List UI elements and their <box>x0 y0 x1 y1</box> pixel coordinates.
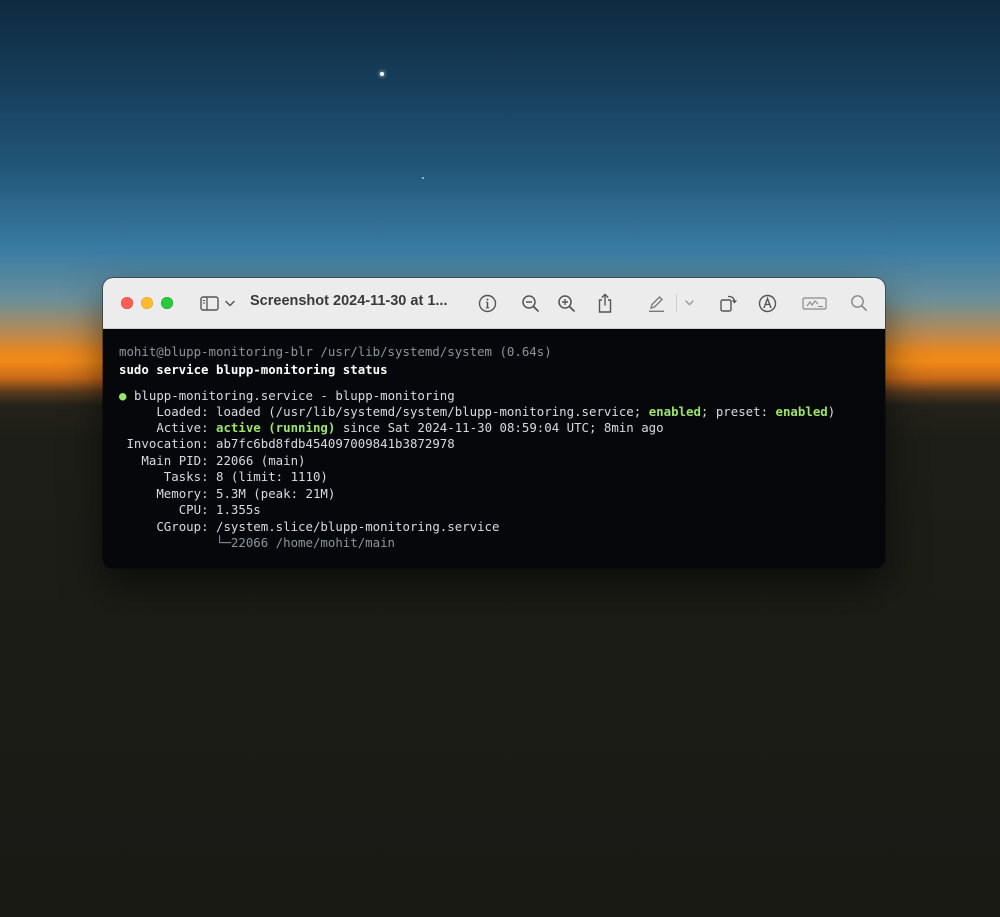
memory-label: Memory: <box>156 486 209 501</box>
signature-icon[interactable] <box>800 291 828 315</box>
cpu-line: CPU: 1.355s <box>119 502 261 518</box>
terminal-prompt: mohit@blupp-monitoring-blr /usr/lib/syst… <box>119 344 552 359</box>
process-path: 22066 /home/mohit/main <box>230 535 396 550</box>
toolbar-divider <box>676 294 677 312</box>
invocation-label: Invocation: <box>126 436 209 451</box>
loaded-line: Loaded: loaded (/usr/lib/systemd/system/… <box>119 404 835 420</box>
cgroup-process-line: └─22066 /home/mohit/main <box>119 535 395 551</box>
service-line: ● blupp-monitoring.service - blupp-monit… <box>119 388 455 404</box>
pid-value: 22066 (main) <box>216 453 306 468</box>
memory-value: 5.3M (peak: 21M) <box>216 486 336 501</box>
cpu-label: CPU: <box>178 502 209 517</box>
preview-window: Screenshot 2024-11-30 at 1... mohit@blup… <box>103 278 885 568</box>
loaded-close: ) <box>827 404 836 419</box>
preset-label: ; preset: <box>700 404 769 419</box>
chevron-down-icon[interactable] <box>224 291 236 315</box>
enabled-flag: enabled <box>648 404 701 419</box>
memory-line: Memory: 5.3M (peak: 21M) <box>119 486 335 502</box>
invocation-line: Invocation: ab7fc6bd8fdb454097009841b387… <box>119 436 455 452</box>
terminal-command: sudo service blupp-monitoring status <box>119 362 388 377</box>
invocation-value: ab7fc6bd8fdb454097009841b3872978 <box>216 436 455 451</box>
active-label: Active: <box>156 420 209 435</box>
cgroup-line: CGroup: /system.slice/blupp-monitoring.s… <box>119 519 499 535</box>
info-icon[interactable] <box>476 291 498 315</box>
pid-label: Main PID: <box>141 453 209 468</box>
terminal-output: mohit@blupp-monitoring-blr /usr/lib/syst… <box>103 329 885 568</box>
pid-line: Main PID: 22066 (main) <box>119 453 306 469</box>
zoom-in-icon[interactable] <box>555 291 577 315</box>
tasks-value: 8 (limit: 1110) <box>216 469 328 484</box>
tasks-line: Tasks: 8 (limit: 1110) <box>119 469 328 485</box>
close-button[interactable] <box>121 297 133 309</box>
active-line: Active: active (running) since Sat 2024-… <box>119 420 664 436</box>
sidebar-icon[interactable] <box>199 291 219 315</box>
minimize-button[interactable] <box>141 297 153 309</box>
window-titlebar[interactable]: Screenshot 2024-11-30 at 1... <box>103 278 885 329</box>
window-title: Screenshot 2024-11-30 at 1... <box>250 293 448 309</box>
active-state: active (running) <box>216 420 336 435</box>
markup-icon[interactable] <box>756 291 778 315</box>
cpu-value: 1.355s <box>216 502 261 517</box>
active-since: since Sat 2024-11-30 08:59:04 UTC; 8min … <box>342 420 664 435</box>
star <box>422 177 424 179</box>
search-icon[interactable] <box>848 291 870 315</box>
cgroup-value: /system.slice/blupp-monitoring.service <box>216 519 500 534</box>
loaded-value: loaded (/usr/lib/systemd/system/blupp-mo… <box>216 404 642 419</box>
star <box>380 72 384 76</box>
loaded-label: Loaded: <box>156 404 209 419</box>
cgroup-label: CGroup: <box>156 519 209 534</box>
service-name: blupp-monitoring.service - blupp-monitor… <box>133 388 455 403</box>
preset-flag: enabled <box>775 404 828 419</box>
tasks-label: Tasks: <box>163 469 209 484</box>
fullscreen-button[interactable] <box>161 297 173 309</box>
pen-icon[interactable] <box>645 291 667 315</box>
tree-branch: └─ <box>215 535 231 550</box>
share-icon[interactable] <box>594 291 616 315</box>
status-dot: ● <box>119 388 127 403</box>
chevron-down-icon[interactable] <box>683 291 695 315</box>
rotate-icon[interactable] <box>717 291 739 315</box>
zoom-out-icon[interactable] <box>519 291 541 315</box>
